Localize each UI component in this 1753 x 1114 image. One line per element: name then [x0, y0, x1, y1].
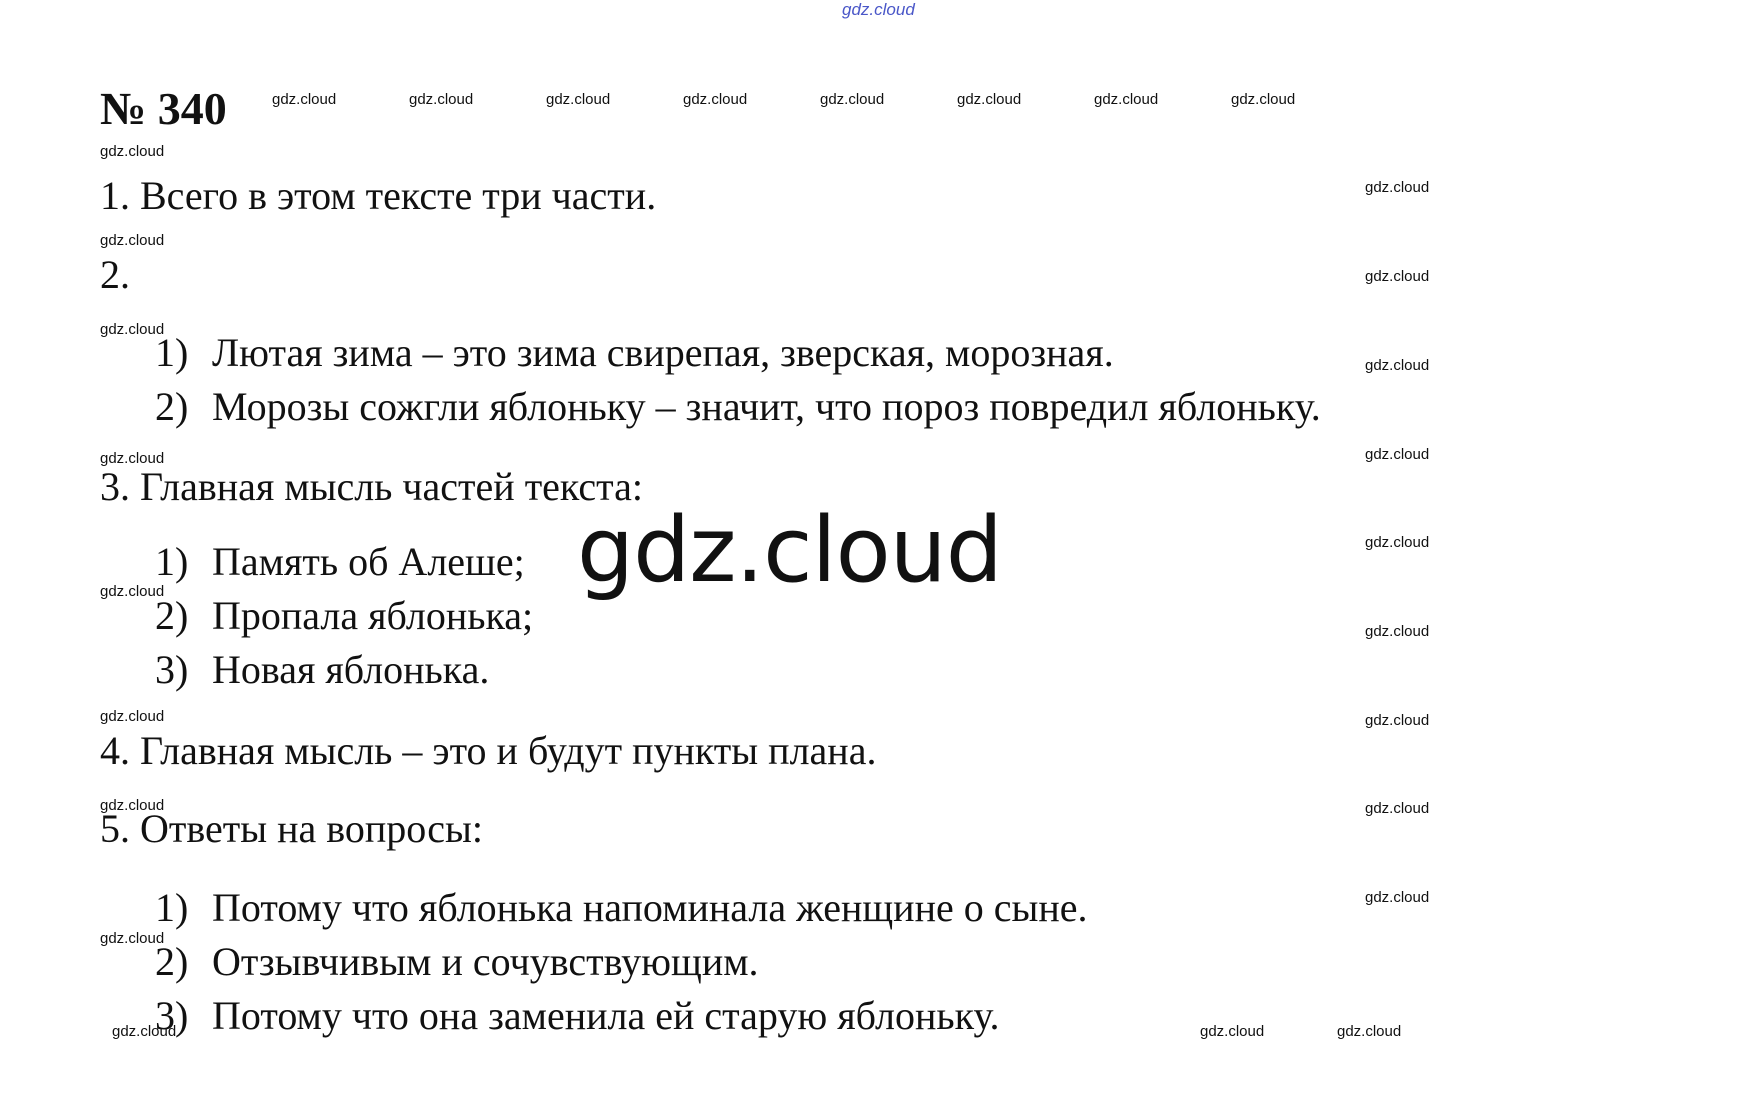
watermark: gdz.cloud [1365, 712, 1430, 729]
list-item-number: 1) [155, 885, 189, 930]
watermark: gdz.cloud [683, 91, 748, 108]
answer-4: 4. Главная мысль – это и будут пункты пл… [100, 728, 877, 773]
watermark: gdz.cloud [820, 91, 885, 108]
watermark: gdz.cloud [1365, 889, 1430, 906]
answer-5-heading: 5. Ответы на вопросы: [100, 806, 484, 851]
answer-3-heading: 3. Главная мысль частей текста: [100, 464, 643, 509]
list-item-text: Новая яблонька. [212, 647, 490, 692]
list-item-number: 2) [155, 939, 189, 984]
list-item-number: 3) [155, 993, 189, 1038]
watermark: gdz.cloud [546, 91, 611, 108]
list-item-text: Память об Алеше; [212, 539, 525, 584]
watermark: gdz.cloud [1365, 179, 1430, 196]
watermark: gdz.cloud [1365, 446, 1430, 463]
list-item-text: Морозы сожгли яблоньку – значит, что пор… [212, 384, 1321, 429]
watermark: gdz.cloud [409, 91, 474, 108]
watermark: gdz.cloud [100, 708, 165, 725]
watermark: gdz.cloud [1365, 623, 1430, 640]
watermark: gdz.cloud [1365, 534, 1430, 551]
watermark: gdz.cloud [100, 143, 165, 160]
list-item-text: Потому что она заменила ей старую яблонь… [212, 993, 1000, 1038]
list-item-number: 1) [155, 539, 189, 584]
watermark: gdz.cloud [1094, 91, 1159, 108]
list-item-text: Потому что яблонька напоминала женщине о… [212, 885, 1088, 930]
watermark: gdz.cloud [1365, 268, 1430, 285]
watermark: gdz.cloud [1365, 357, 1430, 374]
watermark: gdz.cloud [1337, 1023, 1402, 1040]
answer-2-heading: 2. [100, 252, 130, 297]
list-item-number: 2) [155, 593, 189, 638]
top-watermark: gdz.cloud [842, 0, 915, 19]
list-item-text: Пропала яблонька; [212, 593, 534, 638]
watermark: gdz.cloud [1200, 1023, 1265, 1040]
list-item-number: 2) [155, 384, 189, 429]
exercise-number: № 340 [100, 83, 227, 134]
watermark: gdz.cloud [100, 232, 165, 249]
list-item-text: Лютая зима – это зима свирепая, зверская… [212, 330, 1114, 375]
large-watermark: gdz.cloud [577, 498, 1003, 603]
answer-1: 1. Всего в этом тексте три части. [100, 173, 657, 218]
watermark: gdz.cloud [1365, 800, 1430, 817]
list-item-number: 1) [155, 330, 189, 375]
list-item-number: 3) [155, 647, 189, 692]
list-item-text: Отзывчивым и сочувствующим. [212, 939, 759, 984]
watermark: gdz.cloud [272, 91, 337, 108]
watermark: gdz.cloud [957, 91, 1022, 108]
watermark: gdz.cloud [1231, 91, 1296, 108]
